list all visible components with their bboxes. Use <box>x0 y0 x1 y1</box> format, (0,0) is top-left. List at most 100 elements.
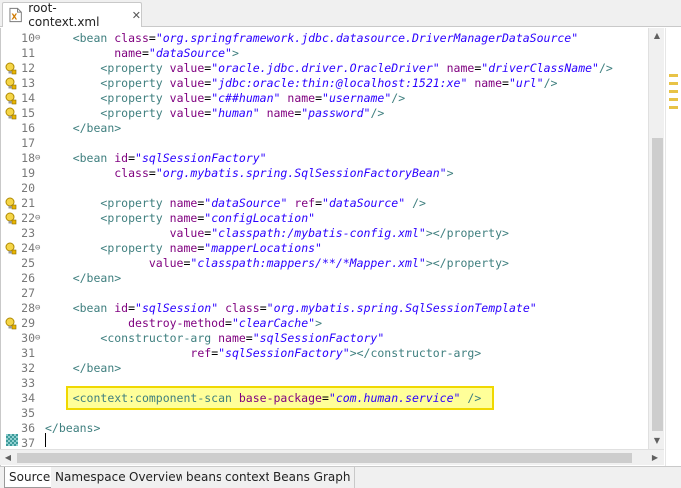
code-line[interactable]: 33 <box>1 376 646 391</box>
plain-text <box>45 241 100 255</box>
code-line[interactable]: 32 </bean> <box>1 361 646 376</box>
tab-context[interactable]: context <box>221 467 276 488</box>
tag-text: <property <box>100 76 170 90</box>
code-line[interactable]: 28 ⊖ <bean id="sqlSession" class="org.myb… <box>1 301 646 316</box>
line-number: 16 <box>21 121 35 135</box>
tag-text: /> <box>467 391 482 405</box>
text-cursor <box>45 433 46 447</box>
scroll-right-icon[interactable]: ▶ <box>647 450 663 466</box>
code-line[interactable]: 17 <box>1 136 646 151</box>
code-line[interactable]: 16 </bean> <box>1 121 646 136</box>
attribute-name: name <box>169 241 198 255</box>
vertical-scroll-thumb[interactable] <box>652 138 663 431</box>
tag-text: ></property> <box>425 226 509 240</box>
tab-close-icon[interactable]: ✕ <box>132 9 141 22</box>
code-line[interactable]: 29 destroy-method="clearCache"> <box>1 316 646 331</box>
scroll-left-icon[interactable]: ◀ <box>0 450 16 466</box>
code-text: <property value="human" name="password"/… <box>45 106 384 121</box>
plain-text: = <box>315 196 323 210</box>
code-line[interactable]: 34 <context:component-scan base-package=… <box>1 391 646 406</box>
tag-text: <property <box>100 106 170 120</box>
attribute-value: "dataSource" <box>204 196 288 210</box>
code-line[interactable]: 27 <box>1 286 646 301</box>
code-line[interactable]: 24 ⊖ <property name="mapperLocations" <box>1 241 646 256</box>
tag-text: <bean <box>72 31 115 45</box>
code-line[interactable]: 26 </bean> <box>1 271 646 286</box>
line-number: 13 <box>21 76 35 90</box>
tab-namespaces[interactable]: Namespaces <box>51 467 137 488</box>
code-line[interactable]: 11 name="dataSource"> <box>1 46 646 61</box>
warning-marker[interactable] <box>669 90 678 93</box>
plain-text: = <box>259 301 267 315</box>
attribute-name: name <box>446 61 475 75</box>
scroll-up-icon[interactable]: ▲ <box>649 28 665 44</box>
warning-marker[interactable] <box>669 98 678 101</box>
line-number: 36 <box>21 421 35 435</box>
code-line[interactable]: 12 <property value="oracle.jdbc.driver.O… <box>1 61 646 76</box>
editor-tab-root-context[interactable]: X root-context.xml ✕ <box>2 1 142 29</box>
code-line[interactable]: 13 <property value = "jdbc:oracle:thin:@lo… <box>1 76 646 91</box>
plain-text <box>45 361 73 375</box>
warning-marker[interactable] <box>669 74 678 77</box>
plain-text <box>45 301 73 315</box>
horizontal-scroll-thumb[interactable] <box>17 453 632 463</box>
code-line[interactable]: 15 <property value="human" name="passwor… <box>1 106 646 121</box>
code-text: <bean id="sqlSession" class="org.mybatis… <box>45 301 537 316</box>
code-line[interactable]: 35 <box>1 406 646 421</box>
warning-marker[interactable] <box>669 106 678 109</box>
collapse-icon[interactable]: ⊖ <box>35 31 40 46</box>
code-text: </bean> <box>45 361 121 376</box>
code-text: </bean> <box>45 271 121 286</box>
plain-text: = <box>225 316 232 330</box>
line-number: 29 <box>21 316 35 330</box>
line-number: 33 <box>21 376 35 390</box>
attribute-value: "driverClassName" <box>481 61 599 75</box>
plain-text: = <box>315 91 323 105</box>
plain-text: = <box>128 301 136 315</box>
code-line[interactable]: 19 class="org.mybatis.spring.SqlSessionF… <box>1 166 646 181</box>
code-line[interactable]: 20 <box>1 181 646 196</box>
code-line[interactable]: 30 ⊖ <constructor-arg name="sqlSessionFac… <box>1 331 646 346</box>
collapse-icon[interactable]: ⊖ <box>35 211 40 226</box>
collapse-icon[interactable]: ⊖ <box>35 151 40 166</box>
code-line[interactable]: 10 ⊖ <bean class="org.springframework.jdb… <box>1 31 646 46</box>
code-line[interactable]: 18 ⊖ <bean id="sqlSessionFactory" <box>1 151 646 166</box>
line-number: 31 <box>21 346 35 360</box>
code-line[interactable]: 23 value="classpath:/mybatis-config.xml"… <box>1 226 646 241</box>
code-line[interactable]: 21 <property name="dataSource" ref="data… <box>1 196 646 211</box>
code-text: destroy-method="clearCache"> <box>45 316 322 331</box>
attribute-value: "password" <box>301 106 371 120</box>
tag-text: /> <box>370 106 385 120</box>
horizontal-scrollbar[interactable]: ◀ ▶ <box>0 449 664 465</box>
line-number: 26 <box>21 271 35 285</box>
tab-beans-graph[interactable]: Beans Graph <box>269 467 356 488</box>
attribute-value: "org.mybatis.spring.SqlSessionTemplate" <box>266 301 537 315</box>
code-line[interactable]: 31 ref="sqlSessionFactory"></constructor… <box>1 346 646 361</box>
editor-page-tabs: Source Namespaces Overview beans context… <box>0 466 681 488</box>
collapse-icon[interactable]: ⊖ <box>35 331 40 346</box>
code-text: class="org.mybatis.spring.SqlSessionFact… <box>45 166 453 181</box>
code-line[interactable]: 25 value="classpath:mappers/**/*Mapper.x… <box>1 256 646 271</box>
tab-overview[interactable]: Overview <box>125 467 191 488</box>
plain-text <box>45 316 128 330</box>
warning-marker[interactable] <box>669 82 678 85</box>
code-text: <property value="c##human" name="usernam… <box>45 91 405 106</box>
collapse-icon[interactable]: ⊖ <box>35 241 40 256</box>
tab-source[interactable]: Source <box>4 467 56 488</box>
attribute-name: name <box>287 91 316 105</box>
line-number: 32 <box>21 361 35 375</box>
code-line[interactable]: 22 ⊖ <property name="configLocation" <box>1 211 646 226</box>
code-text: <bean class="org.springframework.jdbc.da… <box>45 31 578 46</box>
code-line[interactable]: 14 <property value="c##human" name="user… <box>1 91 646 106</box>
vertical-scrollbar[interactable]: ▲ ▼ <box>648 28 664 449</box>
code-line[interactable]: 36 </beans> <box>1 421 646 436</box>
xml-source-editor[interactable]: 10 ⊖ <bean class="org.springframework.jdb… <box>0 28 681 466</box>
scroll-down-icon[interactable]: ▼ <box>649 433 665 449</box>
attribute-value: "classpath:/mybatis-config.xml" <box>211 226 426 240</box>
attribute-value: "jdbc:oracle:thin:@localhost:1521:xe" <box>211 76 468 90</box>
plain-text <box>45 76 100 90</box>
collapse-icon[interactable]: ⊖ <box>35 301 40 316</box>
attribute-value: "configLocation" <box>204 211 316 225</box>
overview-ruler[interactable] <box>665 28 680 466</box>
attribute-value: "sqlSessionFactory" <box>135 151 267 165</box>
